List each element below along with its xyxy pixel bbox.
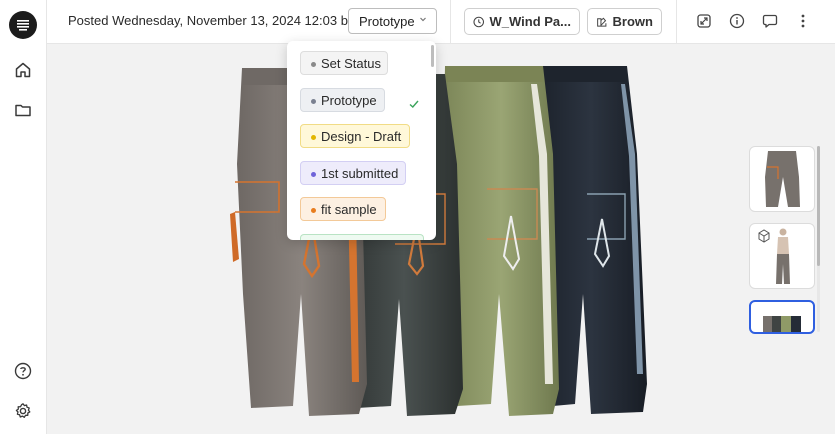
thumbnail-colorways-view[interactable] [749, 300, 815, 334]
posted-date-text: Posted Wednesday, November 13, 2024 12:0… [68, 13, 359, 28]
colorway-button[interactable]: Brown [587, 8, 662, 35]
thumbnail-image [758, 228, 790, 284]
status-option-label: fit sample [321, 201, 377, 217]
status-dropdown-button[interactable]: Prototype [348, 8, 437, 34]
status-option[interactable]: 1st submitted [300, 161, 406, 185]
status-option[interactable]: Prototype [300, 88, 385, 112]
product-version-button[interactable]: W_Wind Pa... [464, 8, 580, 35]
chevron-down-icon [419, 15, 427, 25]
status-option-partial[interactable] [300, 234, 424, 240]
folder-icon[interactable] [12, 99, 34, 121]
thumbnail-image [765, 151, 800, 207]
thumbnail-flat-view[interactable] [749, 146, 815, 212]
app-logo-icon[interactable] [9, 11, 37, 39]
status-option[interactable]: Design - Draft [300, 124, 410, 148]
status-value: Prototype [359, 13, 415, 29]
left-sidebar [0, 0, 47, 434]
thumbnail-avatar-view[interactable] [749, 223, 815, 289]
product-name: W_Wind Pa... [489, 14, 572, 29]
divider [450, 0, 451, 44]
thumbnail-scrollbar[interactable] [817, 146, 820, 266]
palette-icon [597, 17, 607, 27]
status-option[interactable]: Set Status [300, 51, 388, 75]
colorway-name: Brown [612, 14, 653, 29]
info-icon[interactable] [727, 11, 747, 31]
top-bar: Posted Wednesday, November 13, 2024 12:0… [47, 0, 835, 44]
status-option-label: Prototype [321, 92, 377, 108]
status-dot-icon [311, 62, 316, 67]
help-icon[interactable] [12, 360, 34, 382]
dropdown-scrollbar[interactable] [431, 45, 434, 67]
more-vertical-icon[interactable] [793, 11, 813, 31]
status-dot-icon [311, 99, 316, 104]
thumbnail-image [763, 316, 801, 332]
expand-icon[interactable] [694, 11, 714, 31]
status-dot-icon [311, 208, 316, 213]
status-dropdown-menu: Set Status Prototype Design - Draft 1st sub… [287, 41, 436, 240]
status-dot-icon [311, 172, 316, 177]
status-option-label: Design - Draft [321, 128, 402, 144]
gear-icon[interactable] [12, 400, 34, 422]
divider [676, 0, 677, 44]
garment-render-image [230, 66, 647, 416]
clock-icon [473, 16, 485, 27]
garment-viewer[interactable] [47, 44, 835, 434]
status-option[interactable]: fit sample [300, 197, 386, 221]
comment-icon[interactable] [760, 11, 780, 31]
check-icon [408, 97, 420, 115]
home-icon[interactable] [12, 59, 34, 81]
status-option-label: 1st submitted [321, 165, 399, 181]
status-option-label: Set Status [321, 55, 381, 71]
status-dot-icon [311, 135, 316, 140]
